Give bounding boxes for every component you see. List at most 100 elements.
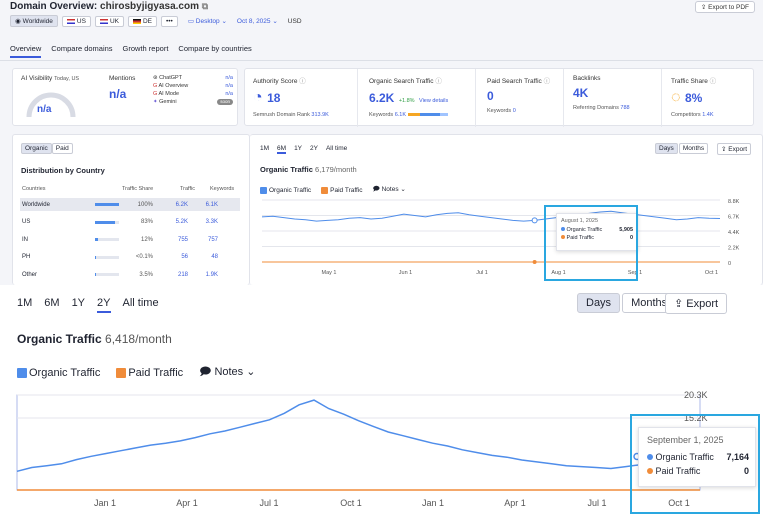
months-button[interactable]: Months xyxy=(678,143,709,154)
keywords-cell[interactable]: 3.3K xyxy=(188,219,218,225)
country-de-button[interactable]: DE xyxy=(127,15,157,27)
llm-name: Gemini xyxy=(159,99,177,105)
chart-title-value: 6,179/month xyxy=(315,165,357,174)
traffic-share-kpi[interactable]: Traffic Share ⓘ ◌ 8% Competitors 1.4K xyxy=(671,75,716,118)
range-all-time[interactable]: All time xyxy=(123,297,159,313)
x-tick-label: May 1 xyxy=(322,270,337,276)
more-countries-button[interactable]: ••• xyxy=(161,15,178,27)
country-cell[interactable]: US xyxy=(20,219,95,225)
range-1y[interactable]: 1Y xyxy=(294,145,302,154)
backlinks-kpi[interactable]: Backlinks 4K Referring Domains 788 xyxy=(573,75,630,111)
worldwide-button[interactable]: ◉ Worldwide xyxy=(10,15,58,27)
small-range-tabs: 1M 6M 1Y 2Y All time xyxy=(260,145,347,154)
organic-kpi-change: +1.8% xyxy=(398,98,415,104)
small-export-button[interactable]: ⇪ Export xyxy=(717,143,752,155)
legend-paid[interactable]: Paid Traffic xyxy=(321,186,363,194)
keywords-cell[interactable]: 757 xyxy=(188,237,218,243)
chart-title-label: Organic Traffic xyxy=(17,332,102,346)
llm-list: ⊛ ChatGPT n/a G AI Overview n/a G AI Mode n… xyxy=(153,75,233,107)
days-button[interactable]: Days xyxy=(577,293,621,313)
view-details-link[interactable]: View details xyxy=(419,98,448,104)
x-tick-label: Jan 1 xyxy=(94,498,116,508)
ai-visibility-label: AI Visibility xyxy=(21,75,53,82)
keywords-cell[interactable]: 48 xyxy=(188,254,218,260)
range-2y[interactable]: 2Y xyxy=(97,297,111,313)
kpi-divider xyxy=(563,69,564,127)
organic-traffic-kpi[interactable]: Organic Search Traffic ⓘ 6.2K +1.8% View… xyxy=(369,75,448,118)
share-bar-fill xyxy=(95,203,119,206)
traffic-share-value: 8% xyxy=(684,91,703,105)
days-button[interactable]: Days xyxy=(655,143,678,154)
keywords-cell[interactable]: 1.9K xyxy=(188,272,218,278)
paid-toggle-button[interactable]: Paid xyxy=(51,143,73,154)
big-export-button[interactable]: ⇪ Export xyxy=(665,293,728,314)
date-dropdown[interactable]: Oct 8, 2025 ⌄ xyxy=(237,17,278,25)
range-6m[interactable]: 6M xyxy=(44,297,59,313)
globe-icon: ◉ xyxy=(15,18,21,25)
country-uk-button[interactable]: UK xyxy=(94,15,124,27)
device-dropdown[interactable]: ▭ Desktop ⌄ xyxy=(188,17,227,25)
external-link-icon[interactable]: ⧉ xyxy=(202,1,208,11)
y-tick-label: 8.8K xyxy=(728,199,740,205)
legend-organic[interactable]: Organic Traffic xyxy=(17,367,100,379)
organic-toggle-button[interactable]: Organic xyxy=(21,143,52,154)
legend-organic-label: Organic Traffic xyxy=(29,366,101,379)
range-1m[interactable]: 1M xyxy=(17,297,32,313)
range-all-time[interactable]: All time xyxy=(326,145,347,154)
divider xyxy=(0,60,763,61)
keywords-cell[interactable]: 6.1K xyxy=(188,202,218,208)
table-row[interactable]: Worldwide 100% 6.2K 6.1K xyxy=(20,198,240,211)
tab-overview[interactable]: Overview xyxy=(10,44,42,58)
range-2y[interactable]: 2Y xyxy=(310,145,318,154)
traffic-cell[interactable]: 755 xyxy=(153,237,188,243)
llm-row-ai-mode: G AI Mode n/a xyxy=(153,91,233,97)
legend-paid[interactable]: Paid Traffic xyxy=(116,367,183,379)
us-label: US xyxy=(76,17,86,25)
country-cell[interactable]: IN xyxy=(20,237,95,243)
range-6m[interactable]: 6M xyxy=(277,145,287,154)
tab-compare-domains[interactable]: Compare domains xyxy=(51,44,112,58)
de-flag-icon xyxy=(132,18,141,24)
country-cell[interactable]: Worldwide xyxy=(20,202,95,208)
export-pdf-button[interactable]: ⇪ Export to PDF xyxy=(694,1,755,13)
table-row[interactable]: IN 12% 755 757 xyxy=(20,233,240,246)
traffic-cell[interactable]: 56 xyxy=(153,254,188,260)
country-cell[interactable]: Other xyxy=(20,272,95,278)
llm-name: AI Overview xyxy=(158,83,189,89)
paid-traffic-kpi[interactable]: Paid Search Traffic ⓘ 0 Keywords 0 xyxy=(487,75,550,114)
small-organic-chart[interactable]: 8.8K6.7K4.4K2.2K0May 1 Jun 1 Jul 1 Aug 1 Sep… xyxy=(250,195,763,285)
x-tick-label: Oct 1 xyxy=(340,498,362,508)
authority-score[interactable]: Authority Score ⓘ ◔ 18 Semrush Domain Ra… xyxy=(253,75,329,118)
chevron-down-icon: ⌄ xyxy=(272,18,278,25)
kpi-divider xyxy=(357,69,358,127)
range-1m[interactable]: 1M xyxy=(260,145,269,154)
table-row[interactable]: US 83% 5.2K 3.3K xyxy=(20,216,240,229)
paid-kpi-value: 0 xyxy=(487,89,494,103)
referring-domains-value: 788 xyxy=(620,105,630,111)
organic-traffic-series-line xyxy=(261,210,721,222)
info-icon: ⓘ xyxy=(299,78,306,85)
x-tick-label: Jul 1 xyxy=(259,498,278,508)
legend-organic[interactable]: Organic Traffic xyxy=(260,186,312,195)
share-bar xyxy=(95,255,119,259)
kpi-divider xyxy=(661,69,662,127)
x-tick-label: Jan 1 xyxy=(422,498,444,508)
de-label: DE xyxy=(142,17,152,25)
export-pdf-label: Export to PDF xyxy=(708,4,749,11)
domain-name[interactable]: chirosbyjigyasa.com xyxy=(100,1,199,12)
x-tick-label: Apr 1 xyxy=(176,498,198,508)
traffic-cell[interactable]: 6.2K xyxy=(153,202,188,208)
traffic-cell[interactable]: 218 xyxy=(153,272,188,278)
table-row[interactable]: Other 3.5% 218 1.9K xyxy=(20,268,240,281)
table-row[interactable]: PH <0.1% 56 48 xyxy=(20,251,240,264)
page-title-label: Domain Overview: xyxy=(10,1,98,12)
country-us-button[interactable]: US xyxy=(61,15,91,27)
llm-row-gemini: ✦ Gemini soon xyxy=(153,99,233,105)
tab-growth-report[interactable]: Growth report xyxy=(123,44,169,58)
traffic-cell[interactable]: 5.2K xyxy=(153,219,188,225)
range-1y[interactable]: 1Y xyxy=(72,297,85,313)
country-cell[interactable]: PH xyxy=(20,254,95,260)
legend-organic-label: Organic Traffic xyxy=(269,187,312,195)
tab-compare-by-countries[interactable]: Compare by countries xyxy=(178,44,251,58)
small-highlight-box xyxy=(544,205,638,281)
